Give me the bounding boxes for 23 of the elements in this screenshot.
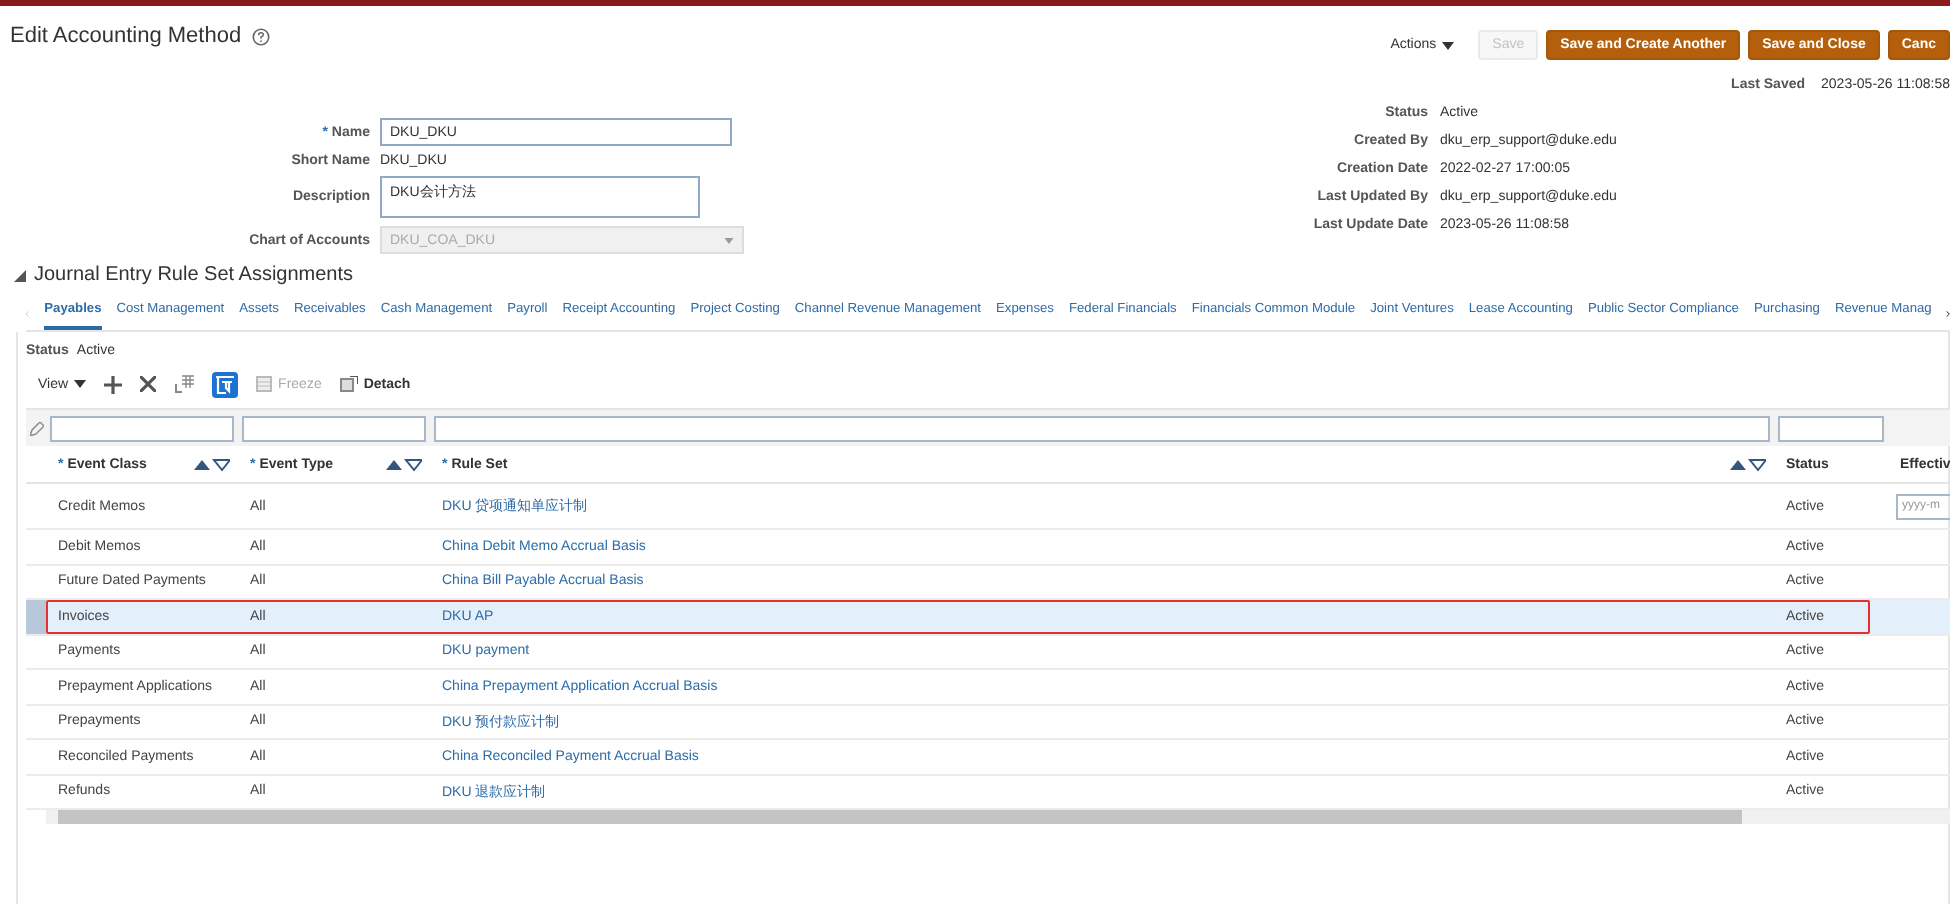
sort-icon[interactable] [1730, 457, 1766, 471]
filter-field[interactable] [1778, 415, 1884, 441]
caret-icon [724, 237, 734, 243]
filter-field[interactable] [242, 415, 426, 441]
section-title: Journal Entry Rule Set Assignments [34, 264, 354, 286]
columns-icon[interactable] [174, 374, 195, 394]
collapse-icon[interactable] [14, 269, 26, 281]
caret-icon [1442, 41, 1455, 49]
horizontal-scrollbar[interactable] [46, 810, 1950, 824]
edit-icon [30, 421, 44, 435]
filter-field[interactable] [434, 415, 1770, 441]
filter-toggle-icon[interactable] [212, 371, 239, 397]
page-title: Edit Accounting Method [10, 24, 242, 48]
sort-icon[interactable] [194, 457, 230, 471]
help-icon[interactable] [251, 27, 270, 45]
filter-field[interactable] [50, 415, 234, 441]
caret-icon [74, 380, 87, 388]
detach-icon [339, 376, 358, 392]
freeze-icon [256, 376, 273, 392]
add-icon[interactable] [104, 375, 123, 393]
sort-icon[interactable] [386, 457, 422, 471]
delete-icon[interactable] [140, 376, 157, 392]
scroll-right-icon[interactable] [1946, 306, 1950, 322]
